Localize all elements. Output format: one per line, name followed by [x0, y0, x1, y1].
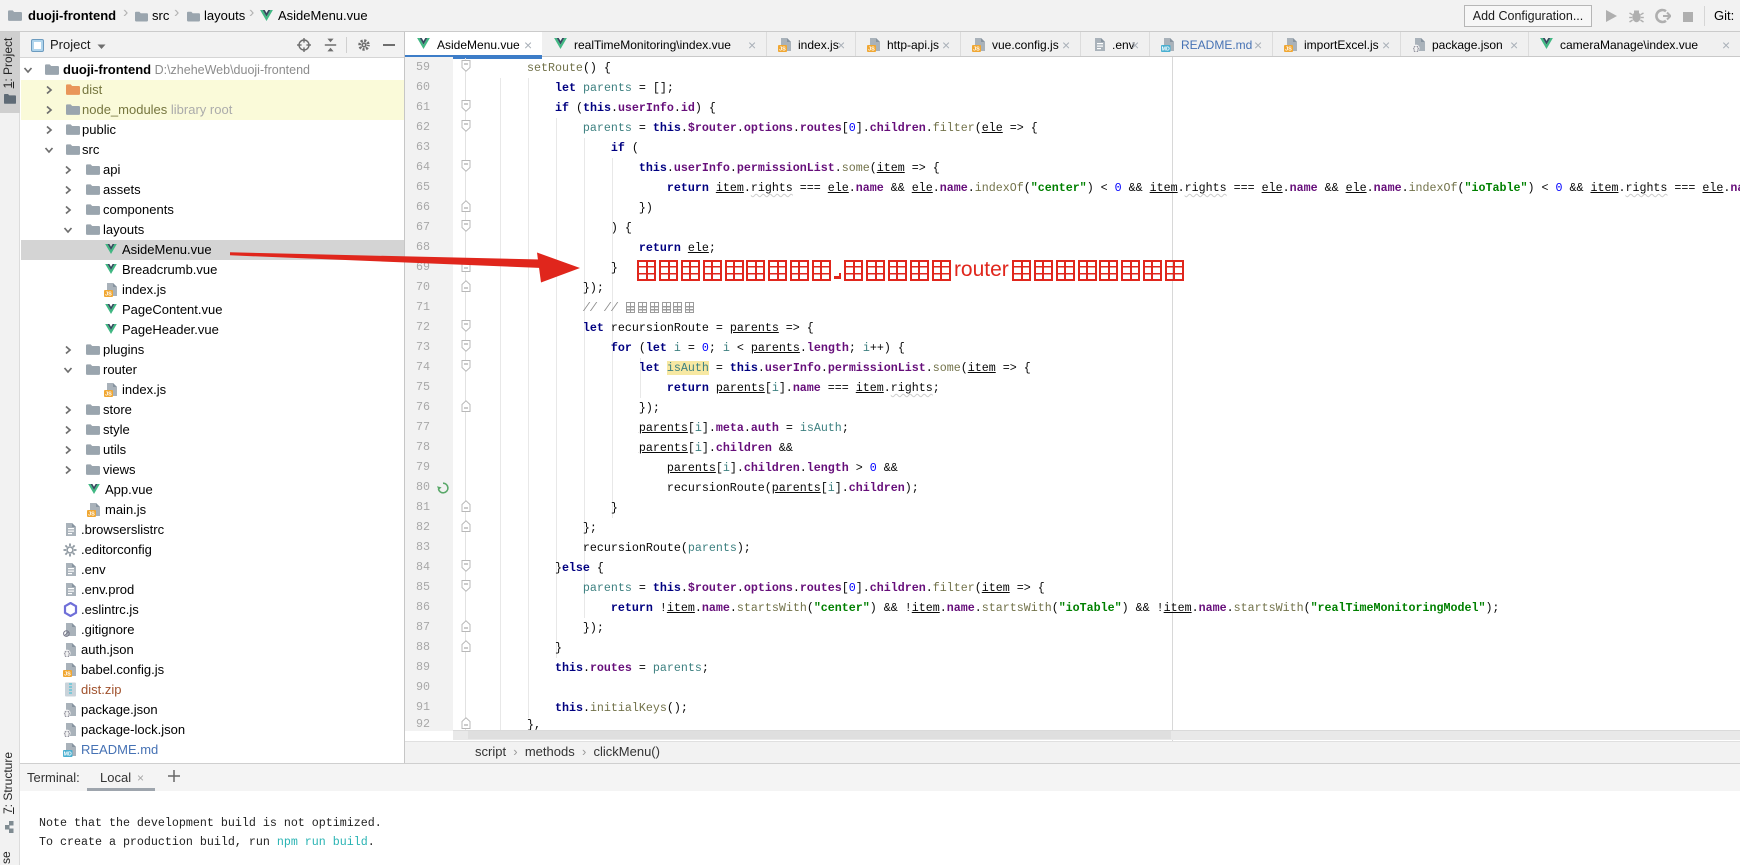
svg-text:JS: JS	[64, 672, 71, 677]
svg-text:{}: {}	[63, 650, 70, 657]
svg-text:MD: MD	[1162, 47, 1170, 52]
svg-text:{}: {}	[1412, 45, 1419, 52]
svg-text:JS: JS	[88, 512, 95, 517]
svg-text:JS: JS	[973, 47, 980, 52]
svg-text:JS: JS	[1285, 47, 1292, 52]
svg-text:JS: JS	[105, 392, 112, 397]
svg-text:JS: JS	[868, 47, 875, 52]
svg-text:{}: {}	[63, 730, 70, 737]
svg-text:{}: {}	[63, 710, 70, 717]
svg-text:JS: JS	[779, 47, 786, 52]
svg-text:MD: MD	[64, 752, 72, 757]
